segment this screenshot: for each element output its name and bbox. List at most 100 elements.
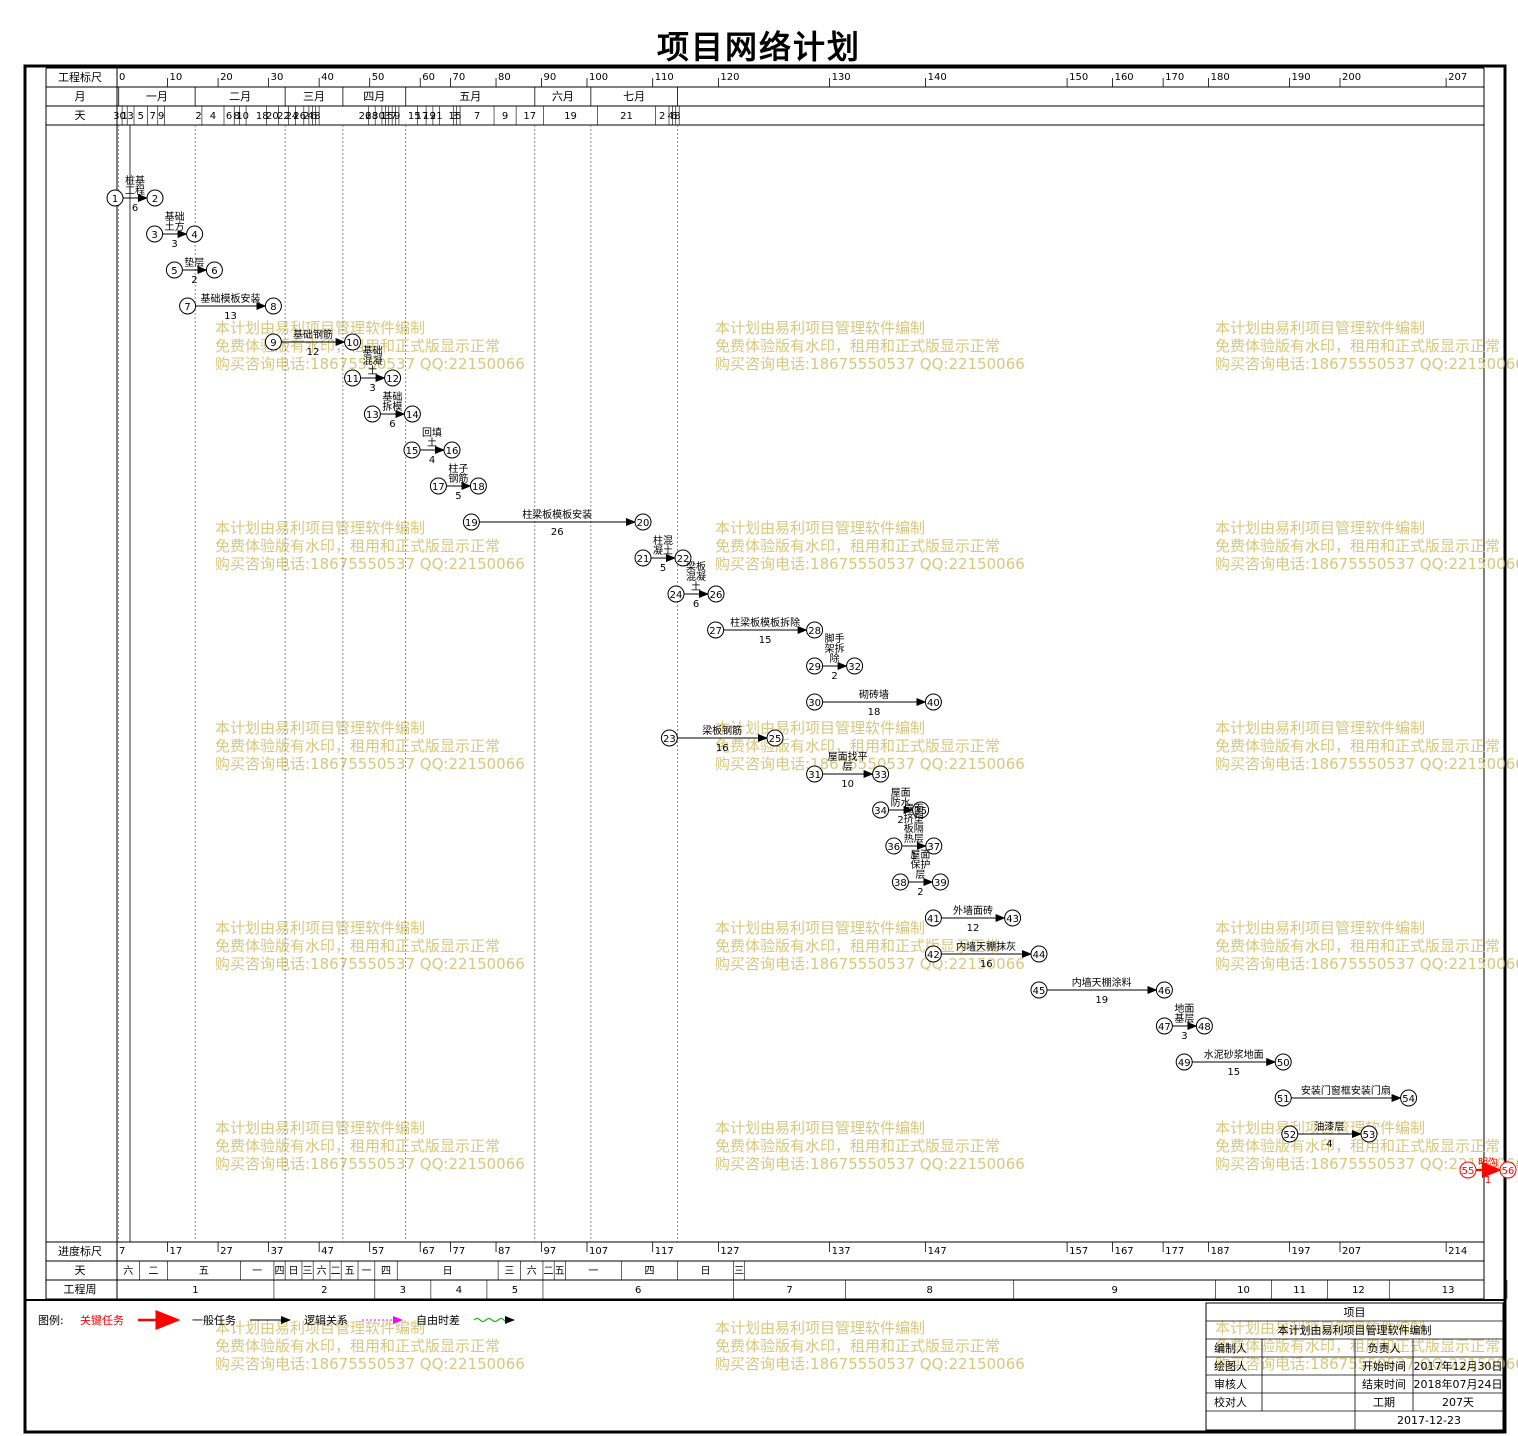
node-number: 48 [1198,1022,1211,1033]
month-name: 七月 [623,90,645,103]
watermark-text: 本计划由易利项目管理软件编制 [215,519,425,537]
bottom-tick-label: 167 [1115,1246,1134,1257]
activity-name: 工程 [125,185,145,197]
node-number: 39 [934,878,947,889]
activity-duration: 26 [551,527,564,538]
activity-duration: 18 [868,707,881,718]
watermark-text: 免费体验版有水印，租用和正式版显示正常 [715,1337,1000,1355]
legend-normal-label: 一般任务 [192,1314,236,1327]
bottom-tick-label: 7 [119,1246,125,1257]
node-number: 5 [171,266,177,277]
weekday-name: 四 [381,1266,391,1277]
info-end-value: 2018年07月24日 [1414,1377,1503,1391]
bottom-tick-label: 207 [1342,1246,1361,1257]
node-number: 54 [1402,1094,1415,1105]
activity-name: 土 [368,364,378,377]
activity-name: 垫层 [184,256,204,269]
weekday-name: 一 [252,1266,262,1277]
watermark-text: 本计划由易利项目管理软件编制 [215,1119,425,1137]
watermark-text: 本计划由易利项目管理软件编制 [715,519,925,537]
bottom-tick-label: 107 [589,1246,608,1257]
activity-duration: 2 [831,671,837,682]
scale-tick-label: 200 [1342,72,1361,83]
activity-name: 热层 [904,832,924,845]
weekday-name: 日 [289,1266,299,1277]
day-number: 2 [195,111,201,122]
info-drawer-label: 绘图人 [1214,1359,1247,1373]
scale-tick-label: 140 [928,72,947,83]
weekday-name: 二 [148,1266,158,1277]
day-number: 2 [659,111,665,122]
watermark-text: 本计划由易利项目管理软件编制 [215,919,425,937]
bottom-tick-label: 147 [928,1246,947,1257]
day-label: 天 [75,109,86,122]
node-number: 53 [1363,1130,1376,1141]
watermark-text: 购买咨询电话:18675550537 QQ:22150066 [1215,355,1518,373]
bottom-tick-label: 197 [1291,1246,1310,1257]
info-start-value: 2017年12月30日 [1414,1359,1503,1373]
day-number: 9 [394,111,400,122]
week-number: 8 [926,1285,932,1296]
watermark-layer: 本计划由易利项目管理软件编制免费体验版有水印，租用和正式版显示正常购买咨询电话:… [215,319,1518,1373]
activity-duration: 3 [369,383,375,394]
node-number: 49 [1178,1058,1191,1069]
activity-name: 基层 [1174,1012,1194,1025]
activity-duration: 16 [716,743,729,754]
bottom-tick-label: 137 [832,1246,851,1257]
weekday-name: 四 [644,1266,654,1277]
bottom-scale-label: 进度标尺 [58,1244,102,1258]
scale-tick-label: 60 [422,72,435,83]
watermark-text: 本计划由易利项目管理软件编制 [1215,319,1425,337]
weekday-name: 五 [345,1266,355,1277]
activity-name: 土方 [165,220,185,233]
scale-tick-label: 130 [832,72,851,83]
bottom-tick-label: 37 [271,1246,284,1257]
activity-name: 砌砖墙 [859,688,889,701]
scale-tick-label: 180 [1211,72,1230,83]
watermark-text: 购买咨询电话:18675550537 QQ:22150066 [715,555,1025,573]
week-number: 11 [1293,1285,1306,1296]
info-owner-label: 负责人 [1368,1341,1401,1355]
node-number: 9 [270,338,276,349]
week-number: 3 [400,1285,406,1296]
bottom-tick-label: 177 [1165,1246,1184,1257]
activity-duration: 12 [307,347,320,358]
week-number: 5 [512,1285,518,1296]
week-number: 13 [1442,1285,1455,1296]
activity-name: 拆模 [382,400,402,413]
watermark-text: 购买咨询电话:18675550537 QQ:22150066 [215,755,525,773]
watermark-text: 免费体验版有水印，租用和正式版显示正常 [1215,537,1500,555]
weekday-name: 四 [275,1266,285,1277]
watermark-text: 购买咨询电话:18675550537 QQ:22150066 [715,755,1025,773]
node-number: 41 [927,914,940,925]
activity-name: 层 [843,761,853,773]
activity-name: 土 [427,436,437,449]
scale-tick-label: 100 [589,72,608,83]
activity-duration: 5 [660,563,666,574]
node-number: 10 [346,338,359,349]
watermark-text: 免费体验版有水印，租用和正式版显示正常 [215,737,500,755]
watermark-text: 本计划由易利项目管理软件编制 [215,719,425,737]
weekday-name: 三 [303,1266,313,1277]
day-number: 8 [314,111,320,122]
watermark-text: 购买咨询电话:18675550537 QQ:22150066 [215,955,525,973]
info-duration-value: 207天 [1442,1396,1474,1409]
node-number: 24 [670,590,683,601]
watermark-text: 购买咨询电话:18675550537 QQ:22150066 [715,1355,1025,1373]
bottom-tick-label: 17 [170,1246,183,1257]
activity-duration: 4 [429,455,435,466]
watermark-text: 免费体验版有水印，租用和正式版显示正常 [1215,737,1500,755]
activity-duration: 4 [1326,1139,1332,1150]
day-number: 4 [210,111,216,122]
watermark-text: 免费体验版有水印，租用和正式版显示正常 [215,937,500,955]
activity-name: 内墙天棚抹灰 [956,940,1016,953]
node-number: 51 [1277,1094,1290,1105]
node-number: 30 [808,698,821,709]
watermark-text: 本计划由易利项目管理软件编制 [1215,519,1425,537]
weekday-name: 二 [331,1266,341,1277]
bottom-tick-label: 97 [544,1246,557,1257]
activity-duration: 16 [980,959,993,970]
info-project: 项目 [1344,1306,1366,1319]
weekday-name: 五 [199,1266,209,1277]
scale-tick-label: 120 [720,72,739,83]
